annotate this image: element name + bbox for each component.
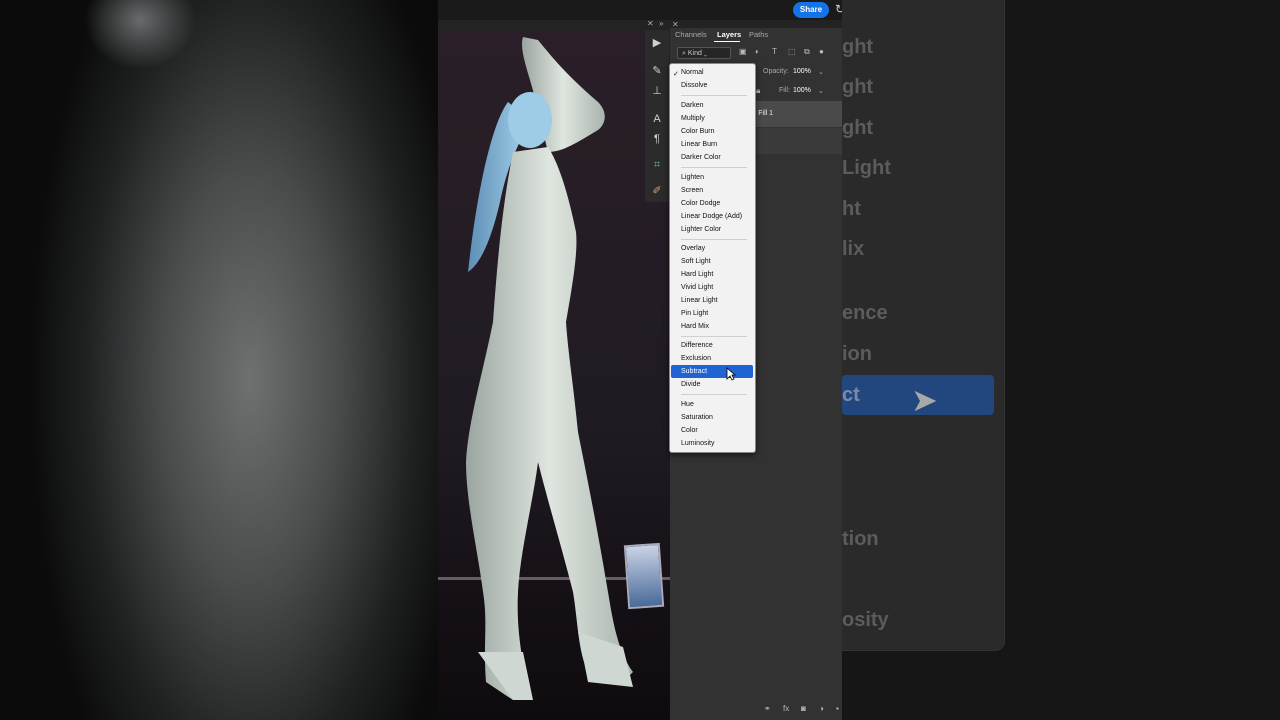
blurred-text: ght — [842, 76, 874, 98]
panel-tabs: Channels Layers Paths — [670, 28, 842, 42]
fx-icon[interactable]: fx — [783, 704, 789, 713]
text-filter-icon[interactable]: T — [772, 47, 777, 56]
mouse-cursor-icon — [726, 367, 736, 381]
menu-separator — [681, 239, 747, 240]
blend-hue[interactable]: Hue — [681, 398, 694, 411]
chevron-down-icon[interactable]: ⌄ — [818, 87, 824, 95]
share-button[interactable]: Share — [793, 2, 829, 18]
tab-channels[interactable]: Channels — [675, 30, 707, 39]
blend-linear-light[interactable]: Linear Light — [681, 294, 718, 307]
layer-name: r Fill 1 — [754, 110, 774, 117]
adjustment-filter-icon[interactable]: ◐ — [755, 47, 760, 56]
blend-luminosity[interactable]: Luminosity — [681, 437, 714, 450]
link-icon[interactable]: ⚭ — [764, 704, 771, 713]
mask-icon[interactable]: ◙ — [801, 704, 806, 713]
blend-darken[interactable]: Darken — [681, 99, 704, 112]
refresh-icon[interactable]: ↻ — [835, 2, 842, 16]
fill-value[interactable]: 100% — [793, 87, 811, 94]
blurred-text: ght — [842, 117, 874, 139]
blend-multiply[interactable]: Multiply — [681, 112, 705, 125]
collapse-icon[interactable]: » — [659, 19, 663, 28]
document-canvas[interactable] — [438, 32, 670, 720]
tab-paths[interactable]: Paths — [749, 30, 768, 39]
fill-label: Fill: — [779, 87, 790, 94]
filter-kind-label: Kind — [687, 50, 702, 57]
blurred-background-left — [0, 0, 438, 720]
blurred-text: tion — [842, 528, 879, 550]
blurred-cursor-icon: ➤ — [911, 382, 938, 418]
blend-screen[interactable]: Screen — [681, 184, 703, 197]
blend-exclusion[interactable]: Exclusion — [681, 352, 711, 365]
blend-normal[interactable]: Normal — [681, 66, 704, 79]
photoshop-window: Share ↻ ▶ ✎ ⊥ A ¶ ⌗ ✐ ✕ » ✕ Channels Lay… — [438, 0, 842, 720]
paragraph-icon[interactable]: ¶ — [645, 130, 669, 148]
blend-mode-menu: ✓ Normal Dissolve Darken Multiply Color … — [669, 63, 756, 453]
menu-separator — [681, 95, 747, 96]
poster-image — [623, 542, 665, 610]
blend-lighter-color[interactable]: Lighter Color — [681, 223, 721, 236]
menu-separator — [681, 394, 747, 395]
blurred-text: ion — [842, 343, 872, 365]
blend-subtract[interactable]: Subtract — [681, 365, 707, 378]
blend-dissolve[interactable]: Dissolve — [681, 79, 707, 92]
checkmark-icon: ✓ — [673, 71, 679, 78]
chevron-down-icon[interactable]: ⌄ — [818, 68, 824, 76]
blend-overlay[interactable]: Overlay — [681, 242, 705, 255]
inverted-figure-image — [466, 37, 633, 700]
blurred-text: ct — [842, 384, 860, 406]
filter-toggle-icon[interactable]: ● — [819, 47, 824, 56]
new-group-icon[interactable]: ▪ — [836, 704, 839, 713]
blurred-text: ht — [842, 198, 861, 220]
blurred-text: Light — [842, 157, 891, 179]
blend-darker-color[interactable]: Darker Color — [681, 151, 721, 164]
blurred-text: ght — [842, 36, 874, 58]
blurred-text: lix — [842, 238, 865, 260]
active-tab-indicator — [714, 41, 740, 42]
lock-icon[interactable]: 🔒︎ — [756, 86, 760, 96]
tab-layers[interactable]: Layers — [717, 30, 741, 39]
top-bar: Share ↻ — [438, 0, 842, 20]
menu-separator — [681, 336, 747, 337]
blurred-text: ence — [842, 302, 888, 324]
blend-soft-light[interactable]: Soft Light — [681, 255, 711, 268]
shape-filter-icon[interactable]: ⬚ — [788, 47, 796, 56]
opacity-value[interactable]: 100% — [793, 68, 811, 75]
blurred-text: osity — [842, 609, 889, 631]
blend-vivid-light[interactable]: Vivid Light — [681, 281, 713, 294]
blend-divide[interactable]: Divide — [681, 378, 700, 391]
blend-color[interactable]: Color — [681, 424, 698, 437]
blend-saturation[interactable]: Saturation — [681, 411, 713, 424]
filter-kind-select[interactable]: ⌕ Kind ⌄ — [677, 47, 731, 59]
blend-lighten[interactable]: Lighten — [681, 171, 704, 184]
blend-linear-burn[interactable]: Linear Burn — [681, 138, 717, 151]
blend-hard-light[interactable]: Hard Light — [681, 268, 713, 281]
crop-icon[interactable]: ⌗ — [645, 156, 669, 174]
menu-separator — [681, 167, 747, 168]
stamp-icon[interactable]: ⊥ — [645, 82, 669, 100]
play-icon[interactable]: ▶ — [645, 34, 669, 52]
brush-icon[interactable]: ✎ — [645, 62, 669, 80]
tools-toolbar: ▶ ✎ ⊥ A ¶ ⌗ ✐ — [645, 30, 669, 202]
type-icon[interactable]: A — [645, 110, 669, 128]
blend-linear-dodge-add[interactable]: Linear Dodge (Add) — [681, 210, 742, 223]
blend-hard-mix[interactable]: Hard Mix — [681, 320, 709, 333]
image-filter-icon[interactable]: ▣ — [739, 47, 747, 56]
blend-color-burn[interactable]: Color Burn — [681, 125, 714, 138]
blurred-background-right: ght ght ght Light ht lix ence ion ct tio… — [842, 0, 1280, 720]
blend-color-dodge[interactable]: Color Dodge — [681, 197, 720, 210]
smart-object-filter-icon[interactable]: ⧉ — [804, 47, 810, 57]
adjustment-layer-icon[interactable]: ◑ — [819, 704, 824, 713]
close-icon[interactable]: ✕ — [647, 19, 654, 28]
blend-difference[interactable]: Difference — [681, 339, 713, 352]
opacity-label: Opacity: — [763, 68, 789, 75]
brush-preset-icon[interactable]: ✐ — [645, 182, 669, 200]
blend-pin-light[interactable]: Pin Light — [681, 307, 708, 320]
hair-blur — [60, 0, 220, 120]
